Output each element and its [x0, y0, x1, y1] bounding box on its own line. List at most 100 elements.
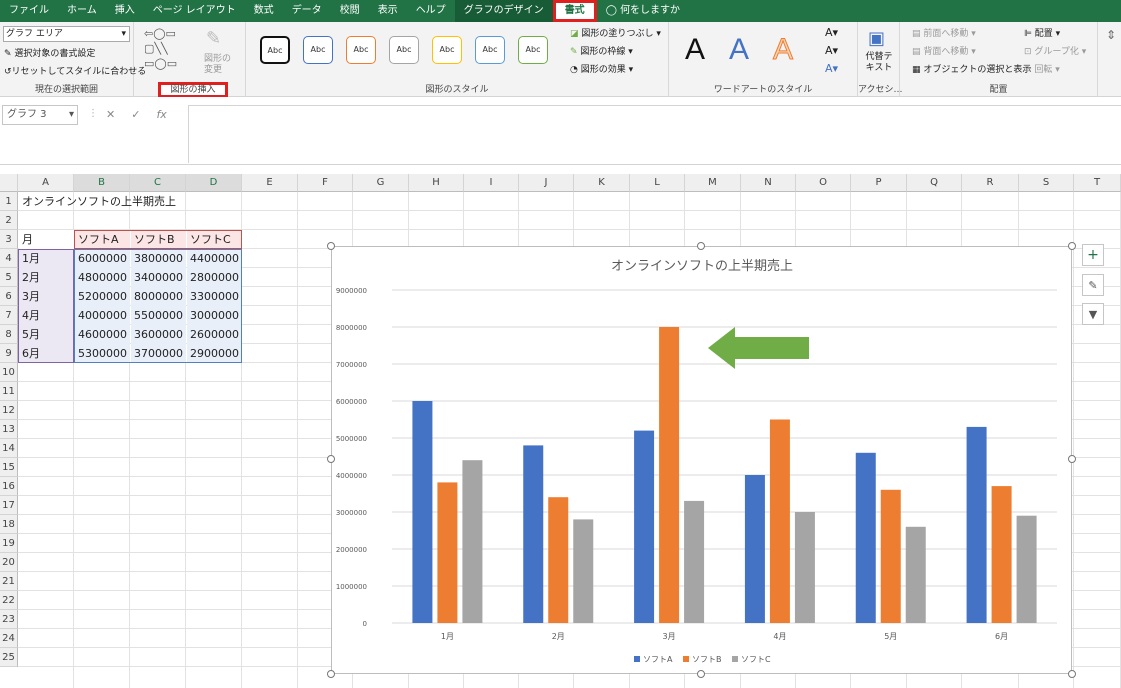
tab-page-layout[interactable]: ページ レイアウト [144, 0, 245, 22]
tab-home[interactable]: ホーム [58, 0, 106, 22]
row-header-1[interactable]: 1 [0, 192, 18, 211]
x-tick-label[interactable]: 4月 [773, 632, 786, 641]
y-tick-label[interactable]: 0 [363, 620, 367, 628]
shape-style-1[interactable]: Abc [260, 36, 290, 64]
column-header-s[interactable]: S [1019, 174, 1074, 192]
resize-handle[interactable] [697, 242, 705, 250]
y-tick-label[interactable]: 6000000 [336, 398, 367, 406]
column-header-k[interactable]: K [574, 174, 630, 192]
y-tick-label[interactable]: 9000000 [336, 287, 367, 295]
enter-icon[interactable]: ✓ [131, 105, 140, 125]
value-cell[interactable]: 2800000 [187, 268, 242, 287]
bar-ソフトC-2月[interactable] [573, 519, 594, 623]
tab-insert[interactable]: 挿入 [106, 0, 144, 22]
x-tick-label[interactable]: 2月 [552, 632, 565, 641]
tab-review[interactable]: 校閲 [331, 0, 369, 22]
column-header-e[interactable]: E [242, 174, 298, 192]
column-header-l[interactable]: L [630, 174, 685, 192]
alt-text-button[interactable]: 代替テキスト [861, 52, 897, 74]
column-header-m[interactable]: M [685, 174, 741, 192]
bar-ソフトA-3月[interactable] [634, 430, 655, 623]
value-cell[interactable]: 8000000 [131, 287, 186, 306]
format-selection-button[interactable]: ✎ 選択対象の書式設定 [4, 46, 95, 59]
bar-ソフトA-5月[interactable] [855, 452, 876, 623]
tab-data[interactable]: データ [283, 0, 331, 22]
y-tick-label[interactable]: 8000000 [336, 324, 367, 332]
legend-marker[interactable] [683, 656, 689, 662]
column-header-i[interactable]: I [464, 174, 519, 192]
bar-ソフトC-6月[interactable] [1016, 515, 1037, 623]
y-tick-label[interactable]: 1000000 [336, 583, 367, 591]
tab-help[interactable]: ヘルプ [407, 0, 455, 22]
bar-ソフトB-3月[interactable] [659, 327, 680, 623]
selection-pane-button[interactable]: ▦ オブジェクトの選択と表示 [912, 62, 1031, 75]
row-header-16[interactable]: 16 [0, 477, 18, 496]
row-header-22[interactable]: 22 [0, 591, 18, 610]
wordart-style-2[interactable]: A [729, 32, 749, 68]
chart-filters-button[interactable]: ▼ [1082, 303, 1104, 325]
row-header-8[interactable]: 8 [0, 325, 18, 344]
cell-title[interactable]: オンラインソフトの上半期売上 [19, 192, 299, 211]
y-tick-label[interactable]: 2000000 [336, 546, 367, 554]
select-all-corner[interactable] [0, 174, 18, 192]
text-outline-icon[interactable]: A▾ [825, 44, 838, 57]
x-tick-label[interactable]: 5月 [884, 632, 897, 641]
tab-view[interactable]: 表示 [369, 0, 407, 22]
bar-ソフトC-3月[interactable] [684, 500, 705, 623]
row-header-4[interactable]: 4 [0, 249, 18, 268]
value-cell[interactable]: 3700000 [131, 344, 186, 363]
reset-style-button[interactable]: ↺リセットしてスタイルに合わせる [4, 64, 146, 77]
wordart-style-1[interactable]: A [685, 32, 705, 68]
column-header-r[interactable]: R [962, 174, 1019, 192]
month-cell[interactable]: 1月 [19, 249, 74, 268]
tab-format[interactable]: 書式 [552, 0, 597, 22]
value-cell[interactable]: 4800000 [75, 268, 130, 287]
chart-title[interactable]: オンラインソフトの上半期売上 [611, 258, 793, 274]
x-tick-label[interactable]: 6月 [995, 632, 1008, 641]
size-icon[interactable]: ⇕ [1106, 28, 1116, 42]
column-header-c[interactable]: C [130, 174, 186, 192]
row-header-10[interactable]: 10 [0, 363, 18, 382]
value-cell[interactable]: 4000000 [75, 306, 130, 325]
fx-icon[interactable]: fx [156, 105, 166, 125]
row-header-14[interactable]: 14 [0, 439, 18, 458]
tell-me-search[interactable]: ◯ 何をしますか [597, 0, 689, 22]
month-cell[interactable]: 6月 [19, 344, 74, 363]
row-header-20[interactable]: 20 [0, 553, 18, 572]
rotate-button[interactable]: ⟳ 回転 ▾ [1024, 62, 1060, 75]
align-button[interactable]: ⊫ 配置 ▾ [1024, 26, 1060, 39]
column-header-p[interactable]: P [851, 174, 907, 192]
row-header-2[interactable]: 2 [0, 211, 18, 230]
row-header-12[interactable]: 12 [0, 401, 18, 420]
value-cell[interactable]: 4400000 [187, 249, 242, 268]
header-cell[interactable]: ソフトC [187, 230, 242, 249]
shape-style-4[interactable]: Abc [389, 36, 419, 64]
green-arrow-shape[interactable] [708, 327, 809, 369]
resize-handle[interactable] [1068, 242, 1076, 250]
row-header-11[interactable]: 11 [0, 382, 18, 401]
column-header-a[interactable]: A [18, 174, 74, 192]
column-header-b[interactable]: B [74, 174, 130, 192]
bar-ソフトB-5月[interactable] [880, 489, 901, 623]
bar-ソフトB-4月[interactable] [769, 419, 790, 624]
shape-fill-button[interactable]: ◪ 図形の塗りつぶし ▾ [570, 26, 661, 39]
shape-outline-button[interactable]: ✎ 図形の枠線 ▾ [570, 44, 633, 57]
resize-handle[interactable] [327, 242, 335, 250]
row-header-23[interactable]: 23 [0, 610, 18, 629]
y-tick-label[interactable]: 7000000 [336, 361, 367, 369]
legend-marker[interactable] [732, 656, 738, 662]
column-header-n[interactable]: N [741, 174, 796, 192]
legend-entry[interactable]: ソフトB [692, 655, 722, 664]
change-shape-label[interactable]: 図形の変更 [204, 54, 234, 76]
row-header-3[interactable]: 3 [0, 230, 18, 249]
month-cell[interactable]: 4月 [19, 306, 74, 325]
row-header-6[interactable]: 6 [0, 287, 18, 306]
y-tick-label[interactable]: 3000000 [336, 509, 367, 517]
header-cell[interactable]: 月 [19, 230, 74, 249]
row-header-18[interactable]: 18 [0, 515, 18, 534]
value-cell[interactable]: 3400000 [131, 268, 186, 287]
text-fill-icon[interactable]: A▾ [825, 26, 838, 39]
value-cell[interactable]: 5200000 [75, 287, 130, 306]
chart-elements-button[interactable]: + [1082, 244, 1104, 266]
column-header-q[interactable]: Q [907, 174, 962, 192]
